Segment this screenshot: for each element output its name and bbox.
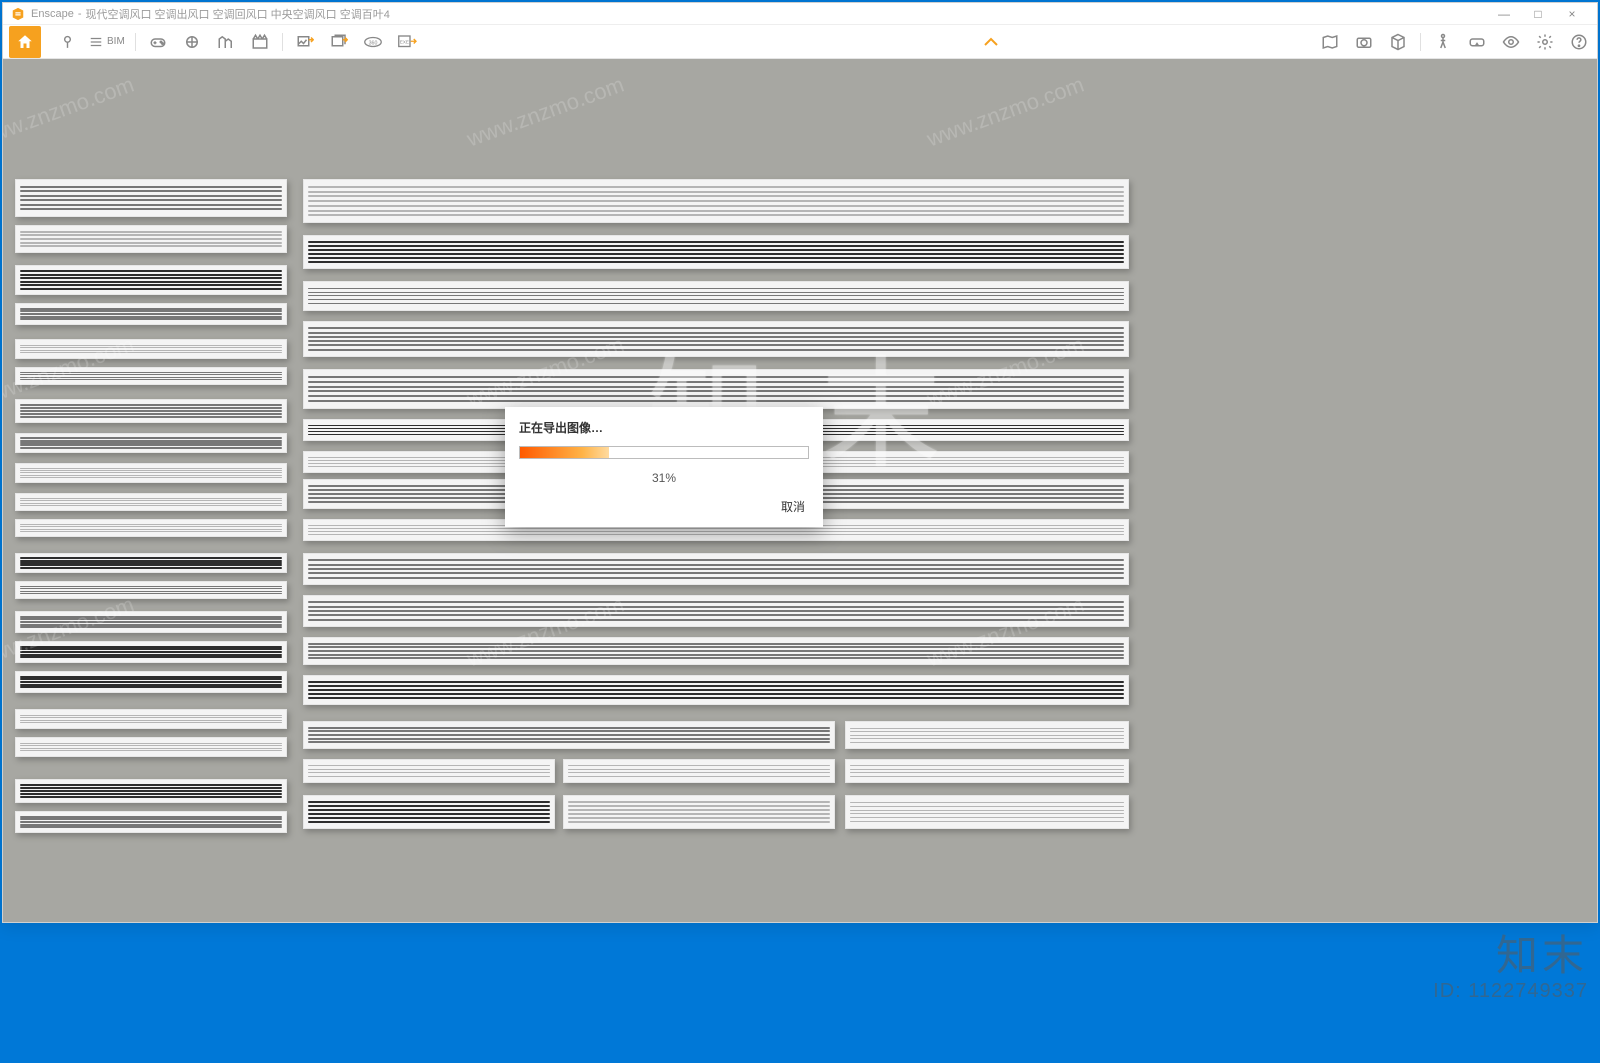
city-icon[interactable]: [214, 30, 238, 54]
vent-item: [15, 339, 287, 359]
vent-item: [563, 759, 835, 783]
vent-item: [303, 721, 835, 749]
svg-text:360: 360: [368, 40, 377, 46]
enscape-window: Enscape - 现代空调风口 空调出风口 空调回风口 中央空调风口 空调百叶…: [2, 2, 1598, 923]
vent-item: [303, 637, 1129, 665]
close-button[interactable]: ×: [1555, 4, 1589, 24]
progress-bar: [519, 446, 809, 459]
home-button[interactable]: [9, 26, 41, 58]
pin-icon[interactable]: [55, 30, 79, 54]
svg-text:EXE: EXE: [400, 39, 409, 44]
clapper-icon[interactable]: [248, 30, 272, 54]
vent-item: [15, 493, 287, 511]
vent-item: [845, 795, 1129, 829]
vent-item: [15, 709, 287, 729]
vent-item: [15, 611, 287, 633]
vent-item: [15, 581, 287, 599]
minimize-button[interactable]: —: [1487, 4, 1521, 24]
vent-item: [15, 303, 287, 325]
vent-item: [303, 179, 1129, 223]
vent-item: [15, 179, 287, 217]
vent-item: [15, 367, 287, 385]
vent-item: [303, 281, 1129, 311]
vent-item: [15, 553, 287, 573]
vr-icon[interactable]: [1465, 30, 1489, 54]
bim-menu-button[interactable]: BIM: [89, 30, 125, 54]
cube-icon[interactable]: [1386, 30, 1410, 54]
toolbar-collapse-handle[interactable]: [664, 37, 1319, 47]
export-exe-icon[interactable]: EXE: [395, 30, 419, 54]
viewport-3d[interactable]: www.znzmo.com www.znzmo.com www.znzmo.co…: [3, 59, 1597, 922]
vent-item: [303, 595, 1129, 627]
pano-360-icon[interactable]: 360: [361, 30, 385, 54]
vent-item: [15, 399, 287, 423]
walk-icon[interactable]: [1431, 30, 1455, 54]
app-name: Enscape: [31, 8, 74, 20]
dialog-title: 正在导出图像…: [519, 419, 809, 436]
export-image-icon[interactable]: [293, 30, 317, 54]
vent-item: [303, 759, 555, 783]
vent-item: [563, 795, 835, 829]
vent-item: [845, 759, 1129, 783]
settings-icon[interactable]: [1533, 30, 1557, 54]
document-title: 现代空调风口 空调出风口 空调回风口 中央空调风口 空调百叶4: [85, 6, 389, 22]
maximize-button[interactable]: □: [1521, 4, 1555, 24]
vent-item: [15, 737, 287, 757]
toolbar: BIM 360 EXE: [3, 25, 1597, 59]
help-icon[interactable]: [1567, 30, 1591, 54]
enscape-logo-icon: [11, 7, 25, 21]
vent-item: [303, 369, 1129, 409]
navigate-icon[interactable]: [180, 30, 204, 54]
progress-percent: 31%: [519, 471, 809, 485]
vent-item: [303, 795, 555, 829]
vent-item: [15, 779, 287, 803]
vent-item: [15, 641, 287, 663]
camera-icon[interactable]: [1352, 30, 1376, 54]
vent-item: [845, 721, 1129, 749]
vent-item: [303, 553, 1129, 585]
minimap-icon[interactable]: [1318, 30, 1342, 54]
vent-item: [303, 675, 1129, 705]
vent-item: [15, 225, 287, 253]
desktop: Enscape - 现代空调风口 空调出风口 空调回风口 中央空调风口 空调百叶…: [0, 0, 1600, 1063]
vent-item: [15, 671, 287, 693]
vent-item: [15, 519, 287, 537]
vent-item: [15, 265, 287, 295]
watermark-bottom-right: 知末 ID: 1122749337: [1433, 936, 1588, 1003]
vent-item: [15, 463, 287, 483]
cancel-button[interactable]: 取消: [777, 496, 809, 517]
controller-icon[interactable]: [146, 30, 170, 54]
titlebar: Enscape - 现代空调风口 空调出风口 空调回风口 中央空调风口 空调百叶…: [3, 3, 1597, 25]
export-batch-icon[interactable]: [327, 30, 351, 54]
vent-item: [15, 433, 287, 453]
vent-item: [303, 321, 1129, 357]
vent-item: [303, 235, 1129, 269]
vent-item: [15, 811, 287, 833]
eye-icon[interactable]: [1499, 30, 1523, 54]
export-dialog: 正在导出图像… 31% 取消: [505, 407, 823, 527]
